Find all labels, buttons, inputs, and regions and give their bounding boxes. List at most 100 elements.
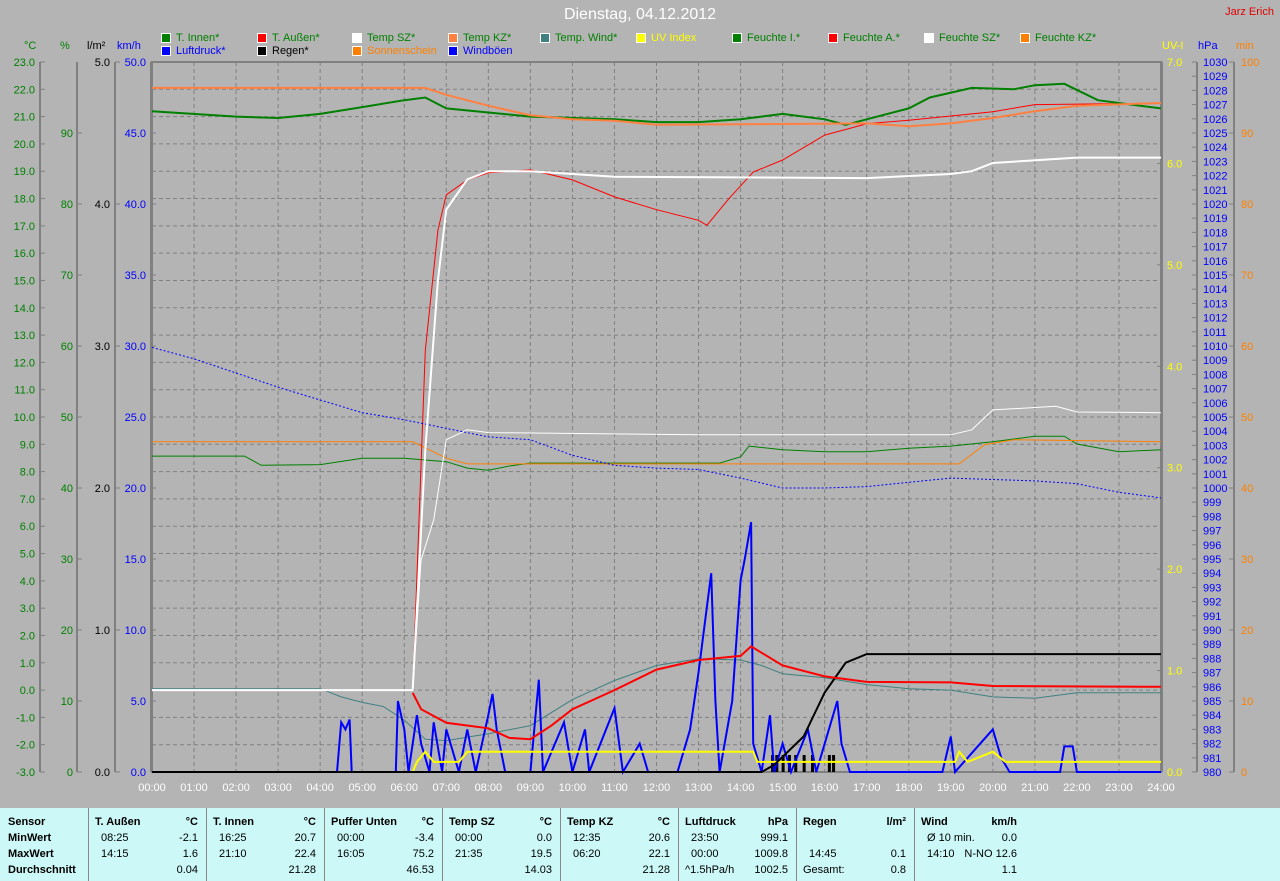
stats-cell: °C <box>303 816 316 828</box>
stats-cell: 14:15 <box>101 848 129 860</box>
legend-label: T. Innen* <box>176 32 220 44</box>
y-tick-label-C: -3.0 <box>16 767 35 779</box>
y-tick-label-hpa: 1029 <box>1203 71 1227 83</box>
legend-swatch <box>732 33 742 43</box>
legend-label: Windböen <box>463 45 513 57</box>
legend-label: Temp. Wind* <box>555 32 618 44</box>
rain-bar <box>832 755 836 772</box>
stats-cell: 1.6 <box>182 848 198 860</box>
x-tick-label: 08:00 <box>475 782 503 794</box>
axis-unit-min: min <box>1236 40 1254 52</box>
legend-label: T. Außen* <box>272 32 320 44</box>
stats-cell: 21.28 <box>642 864 670 876</box>
y-tick-label-hpa: 1001 <box>1203 469 1227 481</box>
axis-unit-hpa: hPa <box>1198 40 1218 52</box>
stats-column: Temp SZ °C 00:00 0.0 21:35 19.5 14.03 <box>443 808 561 881</box>
stats-cell: -2.1 <box>179 832 198 844</box>
stats-cell: 21:10 <box>219 848 247 860</box>
y-tick-label-min: 60 <box>1241 341 1253 353</box>
y-tick-label-C: 0.0 <box>20 685 35 697</box>
stats-cell: 19.5 <box>530 848 552 860</box>
x-tick-label: 21:00 <box>1021 782 1049 794</box>
stats-cell: 0.1 <box>890 848 906 860</box>
stats-column: Puffer Unten °C 00:00 -3.4 16:05 75.2 46.53 <box>325 808 443 881</box>
legend-item: T. Außen* <box>257 32 320 44</box>
x-tick-label: 23:00 <box>1105 782 1133 794</box>
x-tick-label: 14:00 <box>727 782 755 794</box>
legend-item: Feuchte I.* <box>732 32 800 44</box>
stats-cell: 08:25 <box>101 832 129 844</box>
y-tick-label-C: 12.0 <box>14 357 35 369</box>
y-tick-label-min: 100 <box>1241 57 1259 69</box>
stats-cell: 75.2 <box>412 848 434 860</box>
stats-row-labels: Sensor MinWert MaxWert Durchschnitt <box>0 808 89 881</box>
y-tick-label-hpa: 1022 <box>1203 171 1227 183</box>
legend-label: Feuchte A.* <box>843 32 900 44</box>
y-tick-label-min: 40 <box>1241 483 1253 495</box>
y-tick-label-lm2: 2.0 <box>95 483 110 495</box>
y-tick-label-C: 17.0 <box>14 221 35 233</box>
y-tick-label-kmh: 50.0 <box>125 57 146 69</box>
legend-swatch <box>828 33 838 43</box>
legend-swatch <box>448 46 458 56</box>
y-tick-label-hpa: 992 <box>1203 597 1221 609</box>
stats-cell: N-NO 12.6 <box>964 848 1017 860</box>
y-tick-label-pct: 20 <box>61 625 73 637</box>
stats-column: Wind km/h Ø 10 min. 0.0 14:10 N-NO 12.6 1.1 <box>915 808 1025 881</box>
y-tick-label-hpa: 989 <box>1203 639 1221 651</box>
stats-cell: 12:35 <box>573 832 601 844</box>
y-tick-label-kmh: 35.0 <box>125 270 146 282</box>
y-tick-label-hpa: 1028 <box>1203 85 1227 97</box>
stats-cell: km/h <box>991 816 1017 828</box>
y-tick-label-C: 16.0 <box>14 248 35 260</box>
y-tick-label-kmh: 5.0 <box>131 696 146 708</box>
y-tick-label-kmh: 0.0 <box>131 767 146 779</box>
stats-column: T. Innen °C 16:25 20.7 21:10 22.4 21.28 <box>207 808 325 881</box>
y-tick-label-C: 10.0 <box>14 412 35 424</box>
stats-cell: Durchschnitt <box>8 864 76 876</box>
stats-column: Luftdruck hPa 23:50 999.1 00:00 1009.8 ^1.5hPa… <box>679 808 797 881</box>
legend-label: Feuchte KZ* <box>1035 32 1097 44</box>
chart-title: Dienstag, 04.12.2012 <box>563 6 717 23</box>
stats-cell: 23:50 <box>691 832 719 844</box>
x-tick-label: 20:00 <box>979 782 1007 794</box>
stats-cell: 00:00 <box>691 848 719 860</box>
stats-cell: ^1.5hPa/h <box>685 864 735 876</box>
rain-bar <box>802 755 806 772</box>
y-tick-label-C: 11.0 <box>14 385 35 397</box>
x-tick-label: 19:00 <box>937 782 965 794</box>
stats-table: Sensor MinWert MaxWert Durchschnitt T. Außen… <box>0 808 1280 881</box>
legend-swatch <box>161 46 171 56</box>
stats-cell: 06:20 <box>573 848 601 860</box>
stats-cell: °C <box>421 816 434 828</box>
legend-item: Luftdruck* <box>161 45 226 57</box>
axis-unit-lm2: l/m² <box>87 40 106 52</box>
legend-item: Feuchte SZ* <box>924 32 1000 44</box>
stats-cell: Wind <box>921 816 948 828</box>
y-tick-label-hpa: 1015 <box>1203 270 1227 282</box>
y-tick-label-min: 30 <box>1241 554 1253 566</box>
y-tick-label-hpa: 993 <box>1203 582 1221 594</box>
y-tick-label-min: 70 <box>1241 270 1253 282</box>
stats-cell: 22.4 <box>294 848 316 860</box>
legend-swatch <box>352 33 362 43</box>
legend-item: Temp SZ* <box>352 32 415 44</box>
legend-label: Luftdruck* <box>176 45 226 57</box>
y-tick-label-C: -2.0 <box>16 740 35 752</box>
legend-item: Feuchte KZ* <box>1020 32 1096 44</box>
stats-cell: T. Innen <box>213 816 254 828</box>
y-tick-label-hpa: 1008 <box>1203 369 1227 381</box>
y-tick-label-hpa: 986 <box>1203 682 1221 694</box>
legend-item: Sonnenschein <box>352 45 437 57</box>
legend-item: UV Index <box>636 32 696 44</box>
stats-cell: 14:45 <box>809 848 837 860</box>
legend-item: Feuchte A.* <box>828 32 900 44</box>
y-tick-label-kmh: 10.0 <box>125 625 146 637</box>
legend-label: Sonnenschein <box>367 45 437 57</box>
y-tick-label-hpa: 1013 <box>1203 298 1227 310</box>
legend-swatch <box>540 33 550 43</box>
stats-cell: 00:00 <box>337 832 365 844</box>
legend-item: Windböen <box>448 45 513 57</box>
stats-cell: Temp SZ <box>449 816 495 828</box>
y-tick-label-kmh: 40.0 <box>125 199 146 211</box>
